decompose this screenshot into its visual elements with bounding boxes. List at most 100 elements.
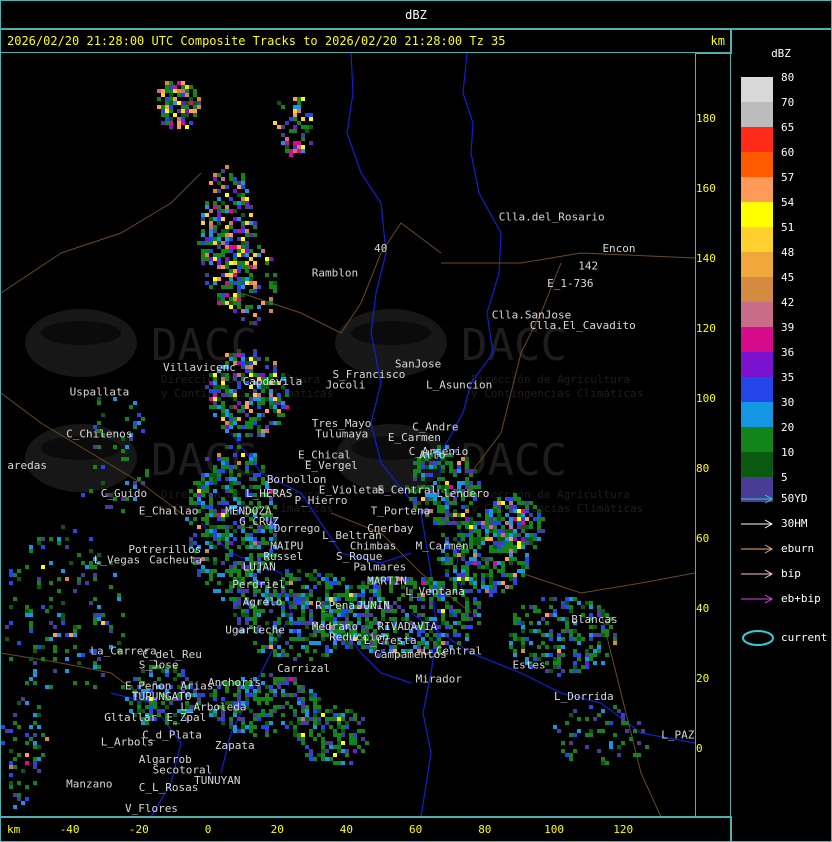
- radar-echo-cell: [237, 249, 241, 253]
- dacc-watermark-logo: DACCDirección de Agriculturay Contingenc…: [335, 424, 643, 515]
- radar-echo-cell: [65, 545, 69, 549]
- radar-echo-cell: [105, 505, 109, 509]
- radar-map-canvas[interactable]: DACCDirección de Agriculturay Contingenc…: [1, 53, 695, 817]
- radar-echo-cell: [349, 761, 353, 765]
- radar-echo-cell: [585, 657, 589, 661]
- radar-echo-cell: [489, 581, 493, 585]
- radar-echo-cell: [217, 189, 221, 193]
- radar-echo-cell: [305, 709, 309, 713]
- radar-echo-cell: [253, 733, 257, 737]
- radar-echo-cell: [289, 617, 293, 621]
- radar-echo-cell: [217, 397, 221, 401]
- radar-echo-cell: [613, 641, 617, 645]
- place-label: E_Carmen: [388, 431, 441, 444]
- radar-echo-cell: [321, 745, 325, 749]
- radar-echo-cell: [249, 533, 253, 537]
- radar-echo-cell: [201, 233, 205, 237]
- radar-echo-cell: [241, 717, 245, 721]
- track-arrow-icon: [741, 494, 774, 504]
- radar-echo-cell: [449, 605, 453, 609]
- radar-echo-cell: [201, 517, 205, 521]
- radar-echo-cell: [205, 237, 209, 241]
- radar-echo-cell: [445, 573, 449, 577]
- radar-echo-cell: [457, 469, 461, 473]
- radar-echo-cell: [465, 633, 469, 637]
- radar-echo-cell: [509, 517, 513, 521]
- radar-echo-cell: [185, 101, 189, 105]
- radar-echo-cell: [217, 257, 221, 261]
- radar-echo-cell: [277, 617, 281, 621]
- radar-echo-cell: [349, 733, 353, 737]
- radar-echo-cell: [201, 261, 205, 265]
- radar-echo-cell: [81, 561, 85, 565]
- radar-echo-cell: [261, 537, 265, 541]
- radar-echo-cell: [181, 673, 185, 677]
- radar-echo-cell: [165, 113, 169, 117]
- radar-echo-cell: [337, 761, 341, 765]
- radar-echo-cell: [309, 613, 313, 617]
- radar-echo-cell: [277, 681, 281, 685]
- radar-echo-cell: [261, 401, 265, 405]
- radar-echo-cell: [525, 561, 529, 565]
- legend-title: dBZ: [771, 47, 791, 60]
- radar-echo-cell: [421, 637, 425, 641]
- radar-echo-cell: [233, 177, 237, 181]
- radar-echo-cell: [249, 553, 253, 557]
- radar-echo-cell: [237, 401, 241, 405]
- radar-echo-cell: [245, 609, 249, 613]
- radar-echo-cell: [169, 125, 173, 129]
- radar-echo-cell: [33, 757, 37, 761]
- radar-echo-cell: [441, 617, 445, 621]
- radar-echo-cell: [501, 581, 505, 585]
- radar-echo-cell: [301, 637, 305, 641]
- radar-echo-cell: [445, 521, 449, 525]
- radar-echo-cell: [29, 613, 33, 617]
- radar-echo-cell: [209, 573, 213, 577]
- radar-echo-cell: [237, 353, 241, 357]
- radar-echo-cell: [241, 225, 245, 229]
- radar-echo-cell: [333, 705, 337, 709]
- radar-echo-cell: [441, 509, 445, 513]
- radar-echo-cell: [513, 617, 517, 621]
- radar-echo-cell: [301, 685, 305, 689]
- radar-echo-cell: [373, 589, 377, 593]
- radar-echo-cell: [249, 709, 253, 713]
- radar-echo-cell: [205, 513, 209, 517]
- radar-echo-cell: [29, 609, 33, 613]
- radar-echo-cell: [589, 637, 593, 641]
- radar-echo-cell: [569, 753, 573, 757]
- radar-echo-cell: [505, 513, 509, 517]
- radar-echo-cell: [537, 509, 541, 513]
- radar-echo-cell: [217, 389, 221, 393]
- radar-echo-cell: [65, 537, 69, 541]
- radar-echo-cell: [229, 481, 233, 485]
- track-arrow-icon: [741, 594, 774, 604]
- radar-echo-cell: [209, 249, 213, 253]
- radar-echo-cell: [577, 657, 581, 661]
- radar-map[interactable]: DACC Dirección de Agricultura y Contingenc…: [0, 52, 696, 818]
- radar-echo-cell: [349, 585, 353, 589]
- radar-echo-cell: [249, 277, 253, 281]
- radar-echo-cell: [285, 393, 289, 397]
- radar-echo-cell: [133, 401, 137, 405]
- radar-echo-cell: [241, 281, 245, 285]
- radar-echo-cell: [553, 661, 557, 665]
- place-label: L_Cresta: [364, 634, 417, 647]
- radar-echo-cell: [229, 525, 233, 529]
- radar-echo-cell: [241, 361, 245, 365]
- radar-echo-cell: [493, 585, 497, 589]
- radar-echo-cell: [221, 597, 225, 601]
- radar-echo-cell: [233, 493, 237, 497]
- radar-echo-cell: [197, 497, 201, 501]
- radar-echo-cell: [365, 621, 369, 625]
- radar-echo-cell: [609, 721, 613, 725]
- radar-echo-cell: [313, 737, 317, 741]
- radar-echo-cell: [209, 389, 213, 393]
- radar-echo-cell: [377, 589, 381, 593]
- radar-echo-cell: [85, 565, 89, 569]
- radar-echo-cell: [449, 625, 453, 629]
- radar-echo-cell: [221, 465, 225, 469]
- radar-echo-cell: [65, 657, 69, 661]
- radar-echo-cell: [245, 253, 249, 257]
- radar-echo-cell: [513, 493, 517, 497]
